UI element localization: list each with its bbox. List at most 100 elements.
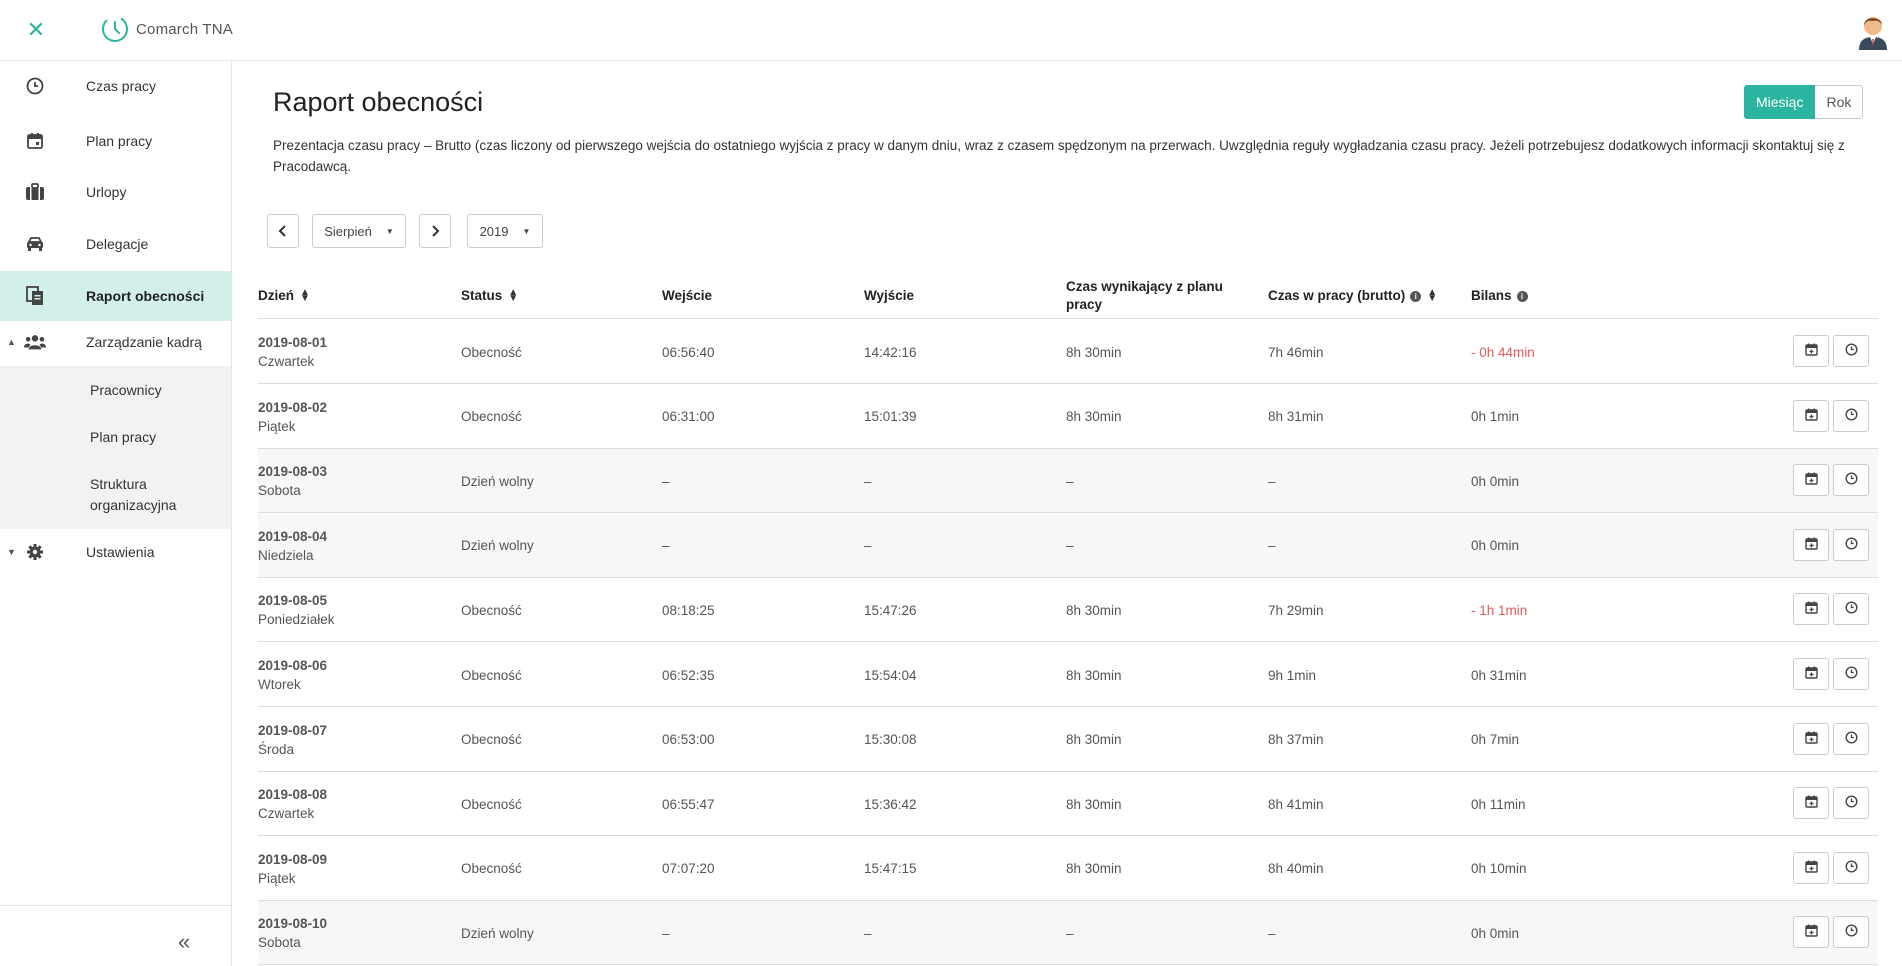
cell-date: 2019-08-07 xyxy=(258,722,328,738)
prev-month-button[interactable] xyxy=(267,214,299,248)
sidebar-item-delegacje[interactable]: Delegacje xyxy=(0,219,231,269)
user-avatar[interactable] xyxy=(1856,12,1890,50)
cell-exit: 15:47:26 xyxy=(864,602,917,618)
car-icon xyxy=(24,233,46,255)
sidebar-item-urlopy[interactable]: Urlopy xyxy=(0,167,231,217)
table-row: 2019-08-02 Piątek Obecność 06:31:00 15:01:39… xyxy=(258,385,1878,449)
row-clock-button[interactable] xyxy=(1833,658,1869,690)
row-calendar-button[interactable] xyxy=(1793,399,1829,432)
sort-icon: ▲ ▼ xyxy=(300,287,310,304)
calendar-plus-icon xyxy=(1804,472,1818,488)
cell-gross: 9h 1min xyxy=(1268,667,1317,683)
calendar-plus-icon xyxy=(1804,860,1818,876)
sidebar-item-plan-pracy[interactable]: Plan pracy xyxy=(0,116,231,166)
next-month-button[interactable] xyxy=(419,214,451,248)
row-clock-button[interactable] xyxy=(1833,399,1869,432)
row-calendar-button[interactable] xyxy=(1793,593,1829,626)
year-select-value: 2019 xyxy=(479,223,509,239)
sidebar-item-zarzadzanie-kadra[interactable]: ▲ Zarządzanie kadrą xyxy=(0,317,231,367)
submenu-item-pracownicy[interactable]: Pracownicy xyxy=(90,380,162,401)
cell-balance: 0h 31min xyxy=(1471,667,1527,683)
row-clock-button[interactable] xyxy=(1833,787,1869,820)
cell-exit: 15:30:08 xyxy=(864,732,917,748)
calendar-plus-icon xyxy=(1804,666,1818,682)
column-header-day[interactable]: Dzień ▲ ▼ xyxy=(258,273,310,319)
sidebar-item-label: Plan pracy xyxy=(86,133,153,149)
calendar-plus-icon xyxy=(1804,731,1818,747)
row-clock-button[interactable] xyxy=(1833,464,1869,497)
row-clock-button[interactable] xyxy=(1833,528,1869,561)
cell-entry: 06:53:00 xyxy=(662,732,715,748)
submenu-item-struktura[interactable]: Struktura organizacyjna xyxy=(90,474,200,516)
row-clock-button[interactable] xyxy=(1833,916,1869,949)
column-header-planned: Czas wynikający z planu pracy xyxy=(1066,279,1223,312)
cell-balance: - 1h 1min xyxy=(1471,602,1528,618)
cell-balance: 0h 10min xyxy=(1471,861,1527,877)
table-row: 2019-08-01 Czwartek Obecność 06:56:40 14:42:… xyxy=(258,320,1878,384)
row-clock-button[interactable] xyxy=(1833,851,1869,884)
cell-planned: – xyxy=(1066,538,1074,554)
clock-icon xyxy=(1844,731,1858,747)
row-calendar-button[interactable] xyxy=(1793,658,1829,690)
row-calendar-button[interactable] xyxy=(1793,528,1829,561)
cell-entry: – xyxy=(662,473,670,489)
submenu-zarzadzanie-kadra: Pracownicy Plan pracy Struktura organiza… xyxy=(0,366,231,529)
cell-planned: 8h 30min xyxy=(1066,796,1122,812)
toggle-year-button[interactable]: Rok xyxy=(1815,85,1864,119)
report-icon xyxy=(24,285,46,307)
cell-planned: 8h 30min xyxy=(1066,409,1122,425)
top-bar: ✕ Comarch TNA xyxy=(0,0,1902,61)
cell-day: 2019-08-07 Środa xyxy=(258,708,327,772)
toggle-month-button[interactable]: Miesiąc xyxy=(1744,85,1816,119)
row-calendar-button[interactable] xyxy=(1793,787,1829,820)
column-header-status[interactable]: Status ▲ ▼ xyxy=(461,273,518,319)
year-select[interactable]: 2019 ▼ xyxy=(467,214,543,248)
sort-icon: ▲ ▼ xyxy=(1427,287,1438,304)
row-calendar-button[interactable] xyxy=(1793,722,1829,755)
cell-planned: 8h 30min xyxy=(1066,732,1122,748)
sidebar-item-ustawienia[interactable]: ▼ Ustawienia xyxy=(0,527,231,577)
close-icon[interactable]: ✕ xyxy=(22,16,50,44)
clock-icon xyxy=(1844,924,1858,940)
collapse-sidebar-button[interactable]: « xyxy=(178,929,190,955)
column-header-balance: Bilans i xyxy=(1471,273,1528,319)
caret-down-icon: ▼ xyxy=(522,226,531,236)
column-header-gross[interactable]: Czas w pracy (brutto) i ▲ ▼ xyxy=(1268,273,1437,319)
cell-status: Obecność xyxy=(461,602,522,618)
cell-entry: 06:52:35 xyxy=(662,667,715,683)
submenu-item-plan-pracy[interactable]: Plan pracy xyxy=(90,427,156,448)
cell-balance: 0h 11min xyxy=(1471,796,1526,812)
cell-day: 2019-08-10 Sobota xyxy=(258,901,327,965)
cell-day: 2019-08-08 Czwartek xyxy=(258,772,327,836)
table-row: 2019-08-04 Niedziela Dzień wolny – – – – 0h 0mi… xyxy=(258,513,1878,578)
month-select[interactable]: Sierpień ▼ xyxy=(312,214,406,248)
cell-gross: – xyxy=(1268,473,1276,489)
cell-day: 2019-08-02 Piątek xyxy=(258,385,327,449)
cell-date: 2019-08-03 xyxy=(258,464,328,480)
caret-down-icon: ▼ xyxy=(385,226,394,236)
cell-day: 2019-08-04 Niedziela xyxy=(258,514,327,578)
sidebar-item-czas-pracy[interactable]: Czas pracy xyxy=(0,61,231,111)
column-header-entry: Wejście xyxy=(662,288,713,303)
row-clock-button[interactable] xyxy=(1833,722,1869,755)
clock-icon xyxy=(1844,537,1858,553)
sidebar-item-raport-obecnosci[interactable]: Raport obecności xyxy=(0,271,231,321)
table-row: 2019-08-08 Czwartek Obecność 06:55:47 15:36:… xyxy=(258,772,1878,837)
cell-exit: – xyxy=(864,473,872,489)
table-header: Dzień ▲ ▼ Status ▲ ▼ Wejście Wyjście Czas … xyxy=(258,273,1878,319)
cell-entry: – xyxy=(662,925,670,941)
row-clock-button[interactable] xyxy=(1833,593,1869,626)
row-calendar-button[interactable] xyxy=(1793,464,1829,497)
info-icon[interactable]: i xyxy=(1410,290,1422,302)
page-title: Raport obecności xyxy=(273,87,484,117)
cell-planned: – xyxy=(1066,473,1074,489)
row-calendar-button[interactable] xyxy=(1793,916,1829,949)
row-clock-button[interactable] xyxy=(1833,335,1869,367)
row-calendar-button[interactable] xyxy=(1793,851,1829,884)
sidebar-item-label: Urlopy xyxy=(86,184,127,200)
clock-icon xyxy=(1844,343,1858,359)
caret-up-icon: ▲ xyxy=(7,337,16,347)
period-toggle: Miesiąc Rok xyxy=(1744,85,1864,119)
info-icon[interactable]: i xyxy=(1516,290,1528,302)
row-calendar-button[interactable] xyxy=(1793,335,1829,367)
